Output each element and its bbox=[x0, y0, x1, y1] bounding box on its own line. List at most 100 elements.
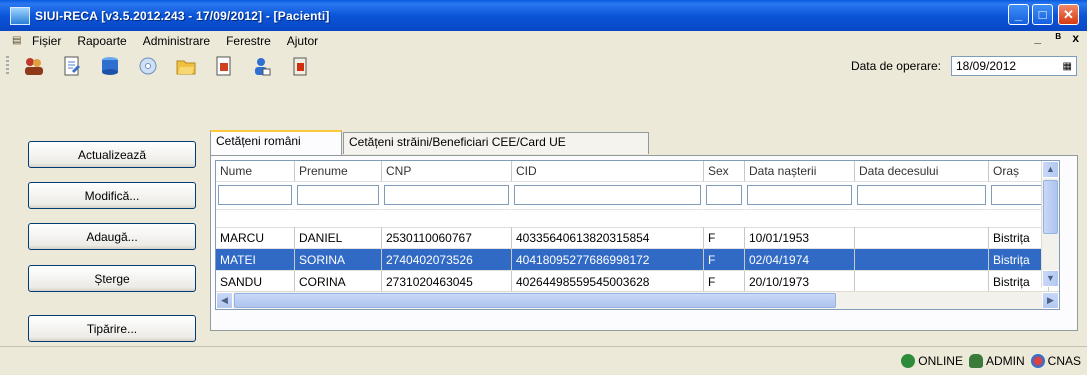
grid-spacer bbox=[216, 210, 1059, 228]
toolbar: Data de operare: 18/09/2012 ▦ bbox=[0, 51, 1087, 81]
vertical-scrollbar[interactable]: ▲ ▼ bbox=[1041, 161, 1059, 287]
status-user-label: ADMIN bbox=[985, 354, 1025, 368]
toolbar-grip-icon[interactable] bbox=[6, 56, 9, 76]
cell-death-date bbox=[855, 271, 989, 293]
menu-bar: ▤ Fișier Rapoarte Administrare Ferestre … bbox=[0, 31, 1087, 51]
menu-fisier[interactable]: Fișier bbox=[24, 34, 69, 48]
user-icon[interactable] bbox=[251, 55, 273, 77]
col-header-nume[interactable]: Nume bbox=[216, 161, 295, 182]
cell-death-date bbox=[855, 249, 989, 271]
scroll-down-icon[interactable]: ▼ bbox=[1042, 270, 1059, 287]
cell-nume: MATEI bbox=[216, 249, 295, 271]
cell-city: Bistrița bbox=[989, 227, 1049, 249]
col-header-city[interactable]: Oraș bbox=[989, 161, 1049, 182]
add-button[interactable]: Adaugă... bbox=[28, 223, 196, 250]
cell-birth-date: 20/10/1973 bbox=[745, 271, 855, 293]
folder-icon[interactable] bbox=[175, 55, 197, 77]
cell-cid: 40418095277686998172 bbox=[512, 249, 704, 271]
horizontal-scrollbar[interactable]: ◀ ▶ bbox=[216, 291, 1059, 309]
close-button[interactable]: ✕ bbox=[1058, 4, 1079, 25]
cell-city: Bistrița bbox=[989, 249, 1049, 271]
cell-sex: F bbox=[704, 249, 745, 271]
cell-birth-date: 02/04/1974 bbox=[745, 249, 855, 271]
cell-sex: F bbox=[704, 271, 745, 293]
filter-birth-date-input[interactable] bbox=[747, 185, 852, 205]
print-button[interactable]: Tipărire... bbox=[28, 315, 196, 342]
filter-cnp-input[interactable] bbox=[384, 185, 509, 205]
table-row[interactable]: SANDU CORINA 2731020463045 4026449855954… bbox=[216, 271, 1049, 293]
table-row[interactable]: MARCU DANIEL 2530110060767 4033564061382… bbox=[216, 227, 1049, 249]
patients-icon[interactable] bbox=[23, 55, 45, 77]
scroll-left-icon[interactable]: ◀ bbox=[216, 292, 233, 309]
col-header-sex[interactable]: Sex bbox=[704, 161, 745, 182]
scroll-right-icon[interactable]: ▶ bbox=[1042, 292, 1059, 309]
cell-sex: F bbox=[704, 227, 745, 249]
patients-grid[interactable]: Nume Prenume CNP CID Sex Data nașterii D… bbox=[215, 160, 1060, 310]
filter-row bbox=[216, 182, 1049, 210]
delete-button[interactable]: Șterge bbox=[28, 265, 196, 292]
cell-birth-date: 10/01/1953 bbox=[745, 227, 855, 249]
horizontal-scroll-thumb[interactable] bbox=[234, 293, 836, 308]
document-icon[interactable] bbox=[61, 55, 83, 77]
app-icon bbox=[10, 6, 30, 25]
exit-icon[interactable] bbox=[289, 55, 311, 77]
filter-nume-input[interactable] bbox=[218, 185, 292, 205]
minimize-button[interactable]: _ bbox=[1008, 4, 1029, 25]
vertical-scroll-thumb[interactable] bbox=[1043, 180, 1058, 234]
maximize-button[interactable]: □ bbox=[1032, 4, 1053, 25]
col-header-prenume[interactable]: Prenume bbox=[295, 161, 382, 182]
col-header-death-date[interactable]: Data decesului bbox=[855, 161, 989, 182]
menu-ferestre[interactable]: Ferestre bbox=[218, 34, 279, 48]
status-online: ONLINE bbox=[901, 354, 963, 368]
col-header-cid[interactable]: CID bbox=[512, 161, 704, 182]
filter-city-input[interactable] bbox=[991, 185, 1046, 205]
database-icon[interactable] bbox=[99, 55, 121, 77]
cell-cnp: 2740402073526 bbox=[382, 249, 512, 271]
col-header-birth-date[interactable]: Data nașterii bbox=[745, 161, 855, 182]
filter-cid-input[interactable] bbox=[514, 185, 701, 205]
disc-icon[interactable] bbox=[137, 55, 159, 77]
cell-nume: SANDU bbox=[216, 271, 295, 293]
menu-rapoarte[interactable]: Rapoarte bbox=[69, 34, 134, 48]
status-bar: ONLINE ADMIN CNAS bbox=[0, 346, 1087, 375]
operation-date-label: Data de operare: bbox=[850, 59, 941, 73]
cell-cnp: 2731020463045 bbox=[382, 271, 512, 293]
refresh-button[interactable]: Actualizează bbox=[28, 141, 196, 168]
filter-sex-input[interactable] bbox=[706, 185, 742, 205]
tab-foreign-citizens[interactable]: Cetățeni străini/Beneficiari CEE/Card UE bbox=[343, 132, 649, 154]
export-document-icon[interactable] bbox=[213, 55, 235, 77]
mdi-restore-button[interactable]: ᴮ bbox=[1056, 31, 1061, 45]
cell-cid: 40335640613820315854 bbox=[512, 227, 704, 249]
user-status-icon bbox=[968, 354, 983, 368]
mdi-minimize-button[interactable]: _ bbox=[1034, 31, 1041, 45]
app-window: SIUI-RECA [v3.5.2012.243 - 17/09/2012] -… bbox=[0, 0, 1087, 374]
cell-cnp: 2530110060767 bbox=[382, 227, 512, 249]
status-online-label: ONLINE bbox=[918, 354, 963, 368]
title-bar[interactable]: SIUI-RECA [v3.5.2012.243 - 17/09/2012] -… bbox=[0, 0, 1087, 31]
cell-city: Bistrița bbox=[989, 271, 1049, 293]
menu-ajutor[interactable]: Ajutor bbox=[279, 34, 326, 48]
cell-prenume: CORINA bbox=[295, 271, 382, 293]
status-org: CNAS bbox=[1030, 354, 1081, 368]
mdi-close-button[interactable]: x bbox=[1072, 31, 1079, 45]
window-title: SIUI-RECA [v3.5.2012.243 - 17/09/2012] -… bbox=[35, 8, 330, 23]
org-icon bbox=[1030, 354, 1045, 368]
cell-death-date bbox=[855, 227, 989, 249]
operation-date-picker[interactable]: 18/09/2012 ▦ bbox=[951, 56, 1077, 76]
table-row-selected[interactable]: MATEI SORINA 2740402073526 4041809527768… bbox=[216, 249, 1049, 271]
mdi-window-icon[interactable]: ▤ bbox=[12, 36, 24, 46]
filter-death-date-input[interactable] bbox=[857, 185, 986, 205]
calendar-icon[interactable]: ▦ bbox=[1063, 61, 1072, 72]
col-header-cnp[interactable]: CNP bbox=[382, 161, 512, 182]
status-user: ADMIN bbox=[968, 354, 1025, 368]
online-icon bbox=[901, 354, 916, 368]
cell-prenume: SORINA bbox=[295, 249, 382, 271]
menu-administrare[interactable]: Administrare bbox=[135, 34, 218, 48]
operation-date-value: 18/09/2012 bbox=[956, 59, 1017, 73]
scroll-up-icon[interactable]: ▲ bbox=[1042, 161, 1059, 178]
tab-romanian-citizens[interactable]: Cetățeni români bbox=[210, 130, 342, 155]
filter-prenume-input[interactable] bbox=[297, 185, 379, 205]
grid-header: Nume Prenume CNP CID Sex Data nașterii D… bbox=[216, 161, 1049, 182]
edit-button[interactable]: Modifică... bbox=[28, 182, 196, 209]
tab-panel: Nume Prenume CNP CID Sex Data nașterii D… bbox=[210, 155, 1078, 331]
